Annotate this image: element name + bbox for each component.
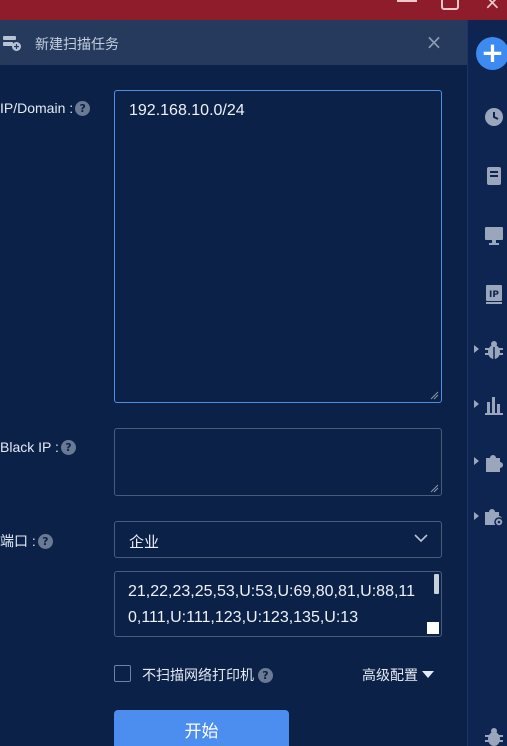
ports-input[interactable]: 21,22,23,25,53,U:53,U:69,80,81,U:88,110,… <box>114 571 442 637</box>
sidebar-item-ip[interactable]: IP <box>468 279 507 309</box>
skip-printer-checkbox[interactable] <box>114 665 131 682</box>
puzzle-icon <box>486 455 503 472</box>
skip-printer-label-text: 不扫描网络打印机 <box>142 668 254 684</box>
plus-icon[interactable]: + <box>476 37 507 70</box>
svg-text:IP: IP <box>489 290 499 300</box>
sidebar-item-plugin-settings[interactable] <box>468 502 507 532</box>
ip-domain-label-text: IP/Domain : <box>0 100 74 116</box>
minimize-button[interactable] <box>397 0 417 12</box>
ip-icon: IP <box>486 285 502 304</box>
expand-arrow-icon <box>474 400 479 408</box>
new-task-icon <box>3 36 21 51</box>
sidebar-item-history[interactable] <box>468 102 507 132</box>
black-ip-label: Black IP :? <box>0 439 76 455</box>
dialog-header: 新建扫描任务 × <box>0 20 467 65</box>
help-circle-icon[interactable]: ? <box>37 534 53 549</box>
right-sidebar: + IP <box>467 20 507 746</box>
chevron-down-icon <box>414 534 428 543</box>
dialog-title: 新建扫描任务 <box>35 37 119 53</box>
expand-arrow-icon <box>474 457 479 465</box>
ip-domain-input[interactable]: 192.168.10.0/24 <box>114 90 442 403</box>
caret-down-icon <box>422 671 434 678</box>
document-icon <box>487 167 501 185</box>
expand-arrow-icon <box>474 345 479 353</box>
help-circle-icon[interactable]: ? <box>60 440 76 455</box>
advanced-config-label: 高级配置 <box>362 668 418 684</box>
sidebar-item-bottom[interactable] <box>468 722 507 746</box>
port-preset-select[interactable]: 企业 <box>114 521 442 558</box>
port-label: 端口 :? <box>0 531 53 551</box>
ip-domain-value: 192.168.10.0/24 <box>129 102 245 119</box>
black-ip-label-text: Black IP : <box>0 439 59 455</box>
ip-domain-label: IP/Domain :? <box>0 100 91 116</box>
resize-handle-icon[interactable] <box>429 390 439 400</box>
expand-arrow-icon <box>474 512 479 520</box>
port-preset-value: 企业 <box>129 533 160 551</box>
sidebar-item-plugins[interactable] <box>468 447 507 477</box>
skip-printer-label: 不扫描网络打印机? <box>142 665 273 685</box>
sidebar-item-reports[interactable] <box>468 161 507 191</box>
ports-scrollbar[interactable] <box>434 574 439 594</box>
help-circle-icon[interactable]: ? <box>75 101 91 116</box>
puzzle-gear-icon <box>485 509 504 527</box>
close-icon[interactable]: × <box>424 32 444 52</box>
bar-chart-icon <box>485 397 503 415</box>
resize-handle-icon[interactable] <box>429 483 439 493</box>
bug-icon <box>485 728 503 746</box>
resize-handle-icon[interactable] <box>427 622 439 634</box>
sidebar-item-assets[interactable] <box>468 220 507 250</box>
help-circle-icon[interactable]: ? <box>258 668 273 683</box>
clock-icon <box>485 108 503 126</box>
window-titlebar: × <box>0 0 507 20</box>
ports-value: 21,22,23,25,53,U:53,U:69,80,81,U:88,110,… <box>128 583 416 626</box>
advanced-config-toggle[interactable]: 高级配置 <box>362 665 434 685</box>
sidebar-item-vuln[interactable] <box>468 335 507 365</box>
port-label-text: 端口 : <box>0 533 36 549</box>
sidebar-item-stats[interactable] <box>468 390 507 420</box>
start-button[interactable]: 开始 <box>114 710 289 746</box>
new-scan-task-dialog: 新建扫描任务 × IP/Domain :? 192.168.10.0/24 Bl… <box>0 20 467 746</box>
monitor-icon <box>485 227 503 245</box>
maximize-button[interactable] <box>441 0 459 10</box>
window-close-button[interactable]: × <box>484 0 504 12</box>
bug-icon <box>485 341 503 359</box>
black-ip-input[interactable] <box>114 428 442 496</box>
